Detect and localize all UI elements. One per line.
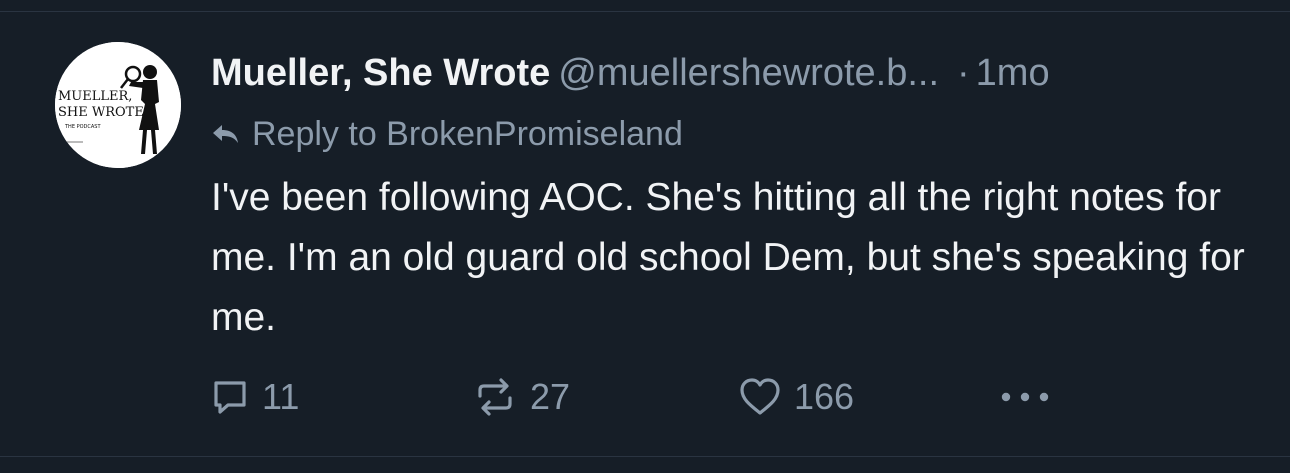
author-handle[interactable]: @muellershewrote.b... [558, 52, 939, 94]
post-timestamp[interactable]: 1mo [976, 52, 1050, 94]
avatar-text-3: THE PODCAST [64, 124, 101, 130]
avatar[interactable]: MUELLER, SHE WROTE THE PODCAST [55, 42, 181, 168]
separator-dot: · [957, 52, 970, 94]
like-button[interactable]: 166 [738, 370, 854, 424]
reply-to-line[interactable]: Reply to BrokenPromiseland [210, 112, 683, 156]
author-display-name[interactable]: Mueller, She Wrote [211, 52, 550, 94]
top-divider [0, 11, 1290, 12]
repost-icon [478, 378, 512, 416]
avatar-text-1: MUELLER, [58, 89, 132, 104]
bottom-divider [0, 456, 1290, 457]
repost-button[interactable]: 27 [472, 370, 570, 424]
avatar-logo: MUELLER, SHE WROTE THE PODCAST [55, 42, 181, 168]
reply-to-label: Reply to BrokenPromiseland [252, 114, 683, 153]
reply-arrow-icon [210, 122, 240, 146]
avatar-text-2: SHE WROTE [58, 105, 144, 120]
comment-icon [214, 381, 246, 414]
heart-icon [740, 378, 780, 415]
like-count: 166 [794, 376, 855, 417]
reply-count: 11 [262, 376, 300, 417]
post-text: I've been following AOC. She's hitting a… [211, 176, 1245, 339]
post-actions: 11 27 166 [210, 370, 1110, 424]
post-header: Mueller, She Wrote @muellershewrote.b... ·… [211, 48, 1050, 98]
repost-count: 27 [530, 376, 571, 417]
more-icon [1001, 392, 1049, 402]
more-options-button[interactable] [998, 370, 1052, 424]
reply-button[interactable]: 11 [210, 370, 299, 424]
